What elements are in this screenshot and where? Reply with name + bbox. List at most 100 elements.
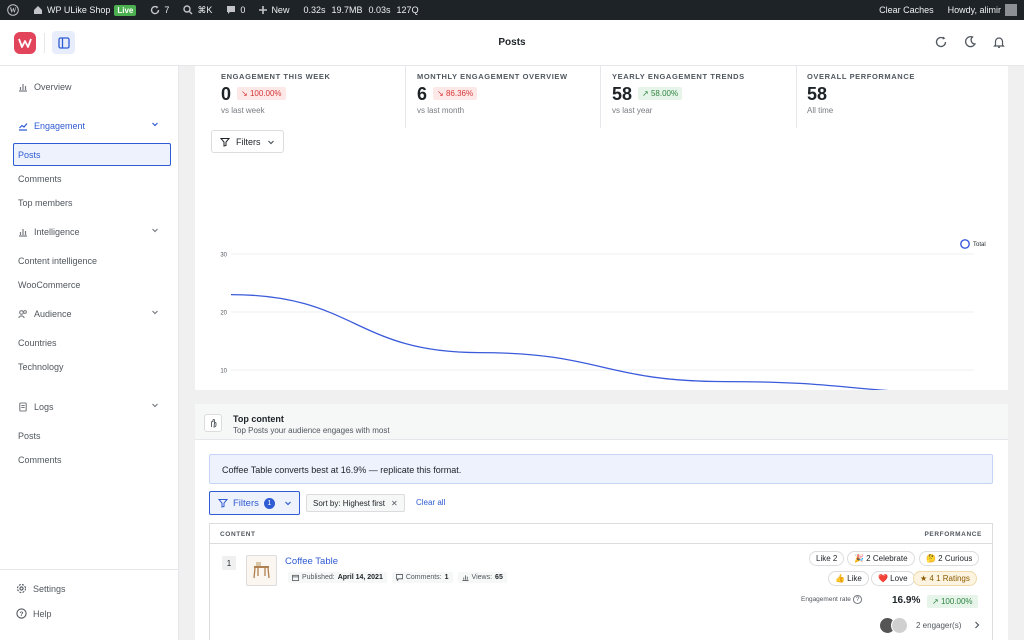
sidebar-item-comments[interactable]: Comments (18, 174, 62, 184)
sidebar-item-logs-posts[interactable]: Posts (18, 431, 41, 441)
stat-value: 6 (417, 84, 428, 104)
chevron-down-icon (284, 501, 291, 506)
sidebar-group-logs[interactable]: Logs (18, 402, 158, 412)
sort-chip[interactable]: Sort by: Highest first ✕ (306, 494, 405, 512)
top-content-table: CONTENT PERFORMANCE 1 Coffee Table Publi… (209, 523, 993, 640)
sidebar-item-label: Settings (33, 583, 66, 594)
admin-bar: W WP ULike Shop Live 7 ⌘K 0 New 0.32s 19… (0, 0, 1024, 20)
sidebar-item-content-intelligence[interactable]: Content intelligence (18, 256, 97, 266)
calendar-icon (292, 574, 299, 581)
notifications-button[interactable] (992, 35, 1006, 49)
col-content: CONTENT (220, 531, 256, 538)
comments-link[interactable]: 0 (219, 0, 252, 20)
wordpress-logo-icon[interactable]: W (0, 0, 26, 20)
help-circle-icon: ? (852, 595, 863, 604)
query-monitor[interactable]: 0.32s 19.7MB 0.03s 127Q (296, 0, 425, 20)
new-link[interactable]: New (252, 0, 296, 20)
legend-swatch (960, 239, 970, 249)
comments-meta: Comments: 1 (391, 572, 453, 583)
search-shortcut[interactable]: ⌘K (176, 0, 219, 20)
chevron-right-icon[interactable] (973, 620, 981, 630)
stat-divider (796, 66, 797, 128)
stat-sub: All time (807, 106, 834, 115)
new-label: New (271, 5, 290, 15)
svg-text:W: W (10, 7, 17, 15)
sidebar-item-overview[interactable]: Overview (18, 82, 72, 92)
sidebar-item-woocommerce[interactable]: WooCommerce (18, 280, 80, 290)
plus-icon (259, 6, 268, 14)
sidebar-group-audience[interactable]: Audience (18, 309, 158, 319)
clear-all-link[interactable]: Clear all (416, 498, 445, 507)
updates-link[interactable]: 7 (143, 0, 176, 20)
chevron-down-icon (152, 310, 158, 315)
bell-icon (993, 37, 1005, 48)
engagement-rate-label: Engagement rate ? (801, 595, 863, 604)
sidebar-item-help[interactable]: ? Help (16, 608, 52, 619)
svg-text:?: ? (20, 611, 24, 618)
sidebar-item-countries[interactable]: Countries (18, 338, 57, 348)
stat-change-badge: ↘ 100.00% (237, 87, 286, 100)
sidebar-item-top-members[interactable]: Top members (18, 198, 73, 208)
stat-label: Yearly engagement trends (612, 72, 745, 81)
search-icon (183, 5, 193, 15)
table-header: CONTENT PERFORMANCE (210, 524, 992, 544)
chart-filters-button[interactable]: Filters (211, 130, 284, 153)
dark-mode-button[interactable] (963, 35, 977, 49)
moon-icon (965, 35, 977, 48)
post-title-link[interactable]: Coffee Table (285, 556, 338, 567)
stat-sub: vs last week (221, 106, 265, 115)
sidebar-group-engagement[interactable]: Engagement (18, 121, 158, 131)
app-header: Posts (0, 20, 1024, 66)
stat-overall: Overall performance 58 All time (807, 72, 915, 128)
sidebar-item-label: Audience (34, 309, 72, 319)
sidebar-item-label: Engagement (34, 121, 86, 131)
rank-badge: 1 (222, 556, 236, 570)
chevron-down-icon (152, 403, 158, 408)
engagement-change-badge: ↗ 100.00% (927, 595, 978, 608)
post-meta: Published: April 14, 2021 Comments: 1 View… (288, 572, 507, 583)
sort-chip-label: Sort by: Highest first (313, 499, 386, 508)
trend-chart-icon (19, 123, 28, 131)
filter-icon (220, 137, 230, 147)
refresh-button[interactable] (934, 35, 948, 49)
content-filters-button[interactable]: Filters 1 (209, 491, 300, 515)
updates-count: 7 (164, 5, 170, 15)
stat-value: 58 (612, 84, 633, 104)
account-menu[interactable]: Howdy, alimir (941, 0, 1024, 20)
document-icon (19, 402, 27, 412)
top-content-subtitle: Top Posts your audience engages with mos… (233, 426, 390, 435)
filters-label: Filters (233, 497, 259, 509)
close-icon[interactable]: ✕ (391, 499, 398, 508)
sidebar-item-technology[interactable]: Technology (18, 362, 64, 372)
published-meta: Published: April 14, 2021 (288, 572, 387, 583)
home-icon (34, 6, 42, 14)
engagers-count[interactable]: 2 engager(s) (916, 621, 961, 630)
chevron-down-icon (152, 122, 158, 127)
engagement-line-chart: 01020302026-07-132026-07-142026-07-15202… (220, 239, 986, 390)
reaction-chip-curious: 🤔 2 Curious (919, 551, 980, 566)
stat-label: Monthly engagement overview (417, 72, 568, 81)
perf-query-time: 0.03s (368, 5, 391, 15)
stat-monthly: Monthly engagement overview 6 ↘ 86.36% vs… (417, 72, 568, 128)
page-title: Posts (498, 37, 526, 48)
sidebar-item-logs-comments[interactable]: Comments (18, 455, 62, 465)
comment-bubble-icon (395, 574, 403, 581)
y-tick-label: 10 (220, 369, 227, 375)
avatar (891, 617, 908, 634)
engager-avatars (879, 617, 909, 635)
sidebar-group-intelligence[interactable]: Intelligence (18, 227, 158, 237)
insight-banner: Coffee Table converts best at 16.9% — re… (209, 454, 993, 484)
sidebar-item-settings[interactable]: Settings (16, 583, 66, 594)
site-name-link[interactable]: WP ULike Shop Live (26, 0, 143, 20)
refresh-icon (935, 36, 947, 48)
stat-divider (405, 66, 406, 128)
top-content-header: Top content Top Posts your audience enga… (195, 404, 1008, 440)
search-shortcut-label: ⌘K (197, 4, 213, 15)
stat-yearly: Yearly engagement trends 58 ↗ 58.00% vs l… (612, 72, 745, 128)
perf-memory: 19.7MB (331, 5, 363, 15)
clear-caches-link[interactable]: Clear Caches (872, 0, 941, 20)
comment-bubble-icon (227, 6, 236, 14)
filter-icon (218, 499, 228, 508)
reaction-chip-love: ❤️ Love (871, 571, 915, 586)
filters-count-badge: 1 (263, 497, 275, 509)
